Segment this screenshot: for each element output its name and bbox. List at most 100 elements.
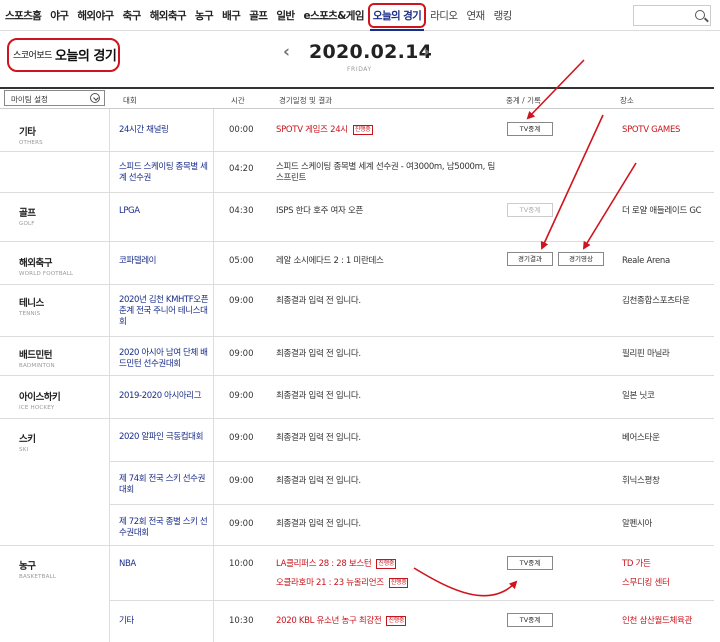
nav-baseball[interactable]: 야구 — [50, 8, 69, 23]
nav-world-football[interactable]: 해외축구 — [150, 8, 187, 23]
venue: Reale Arena — [622, 256, 670, 266]
divider — [0, 545, 714, 546]
col-time: 시간 — [231, 96, 245, 105]
sport-basketball: 농구 BASKETBALL — [19, 558, 56, 580]
game-time: 00:00 — [229, 125, 254, 135]
search-icon[interactable] — [695, 10, 705, 20]
event-link[interactable]: 2019-2020 아시아리그 — [119, 391, 211, 402]
game-time: 10:30 — [229, 616, 254, 626]
event-link[interactable]: 제 72회 전국 종별 스키 선수권대회 — [119, 517, 211, 539]
next-date-chevron-icon[interactable]: › — [423, 42, 430, 62]
venue: 일본 닛코 — [622, 391, 655, 401]
game-detail: 레알 소시에다드 2 : 1 미란데스 — [276, 256, 384, 266]
nav-golf[interactable]: 골프 — [249, 8, 268, 23]
venue: 알펜시아 — [622, 519, 653, 529]
my-team-setting-label: 마이팀 설정 — [11, 95, 48, 104]
divider — [0, 375, 714, 376]
event-link[interactable]: 기타 — [119, 616, 211, 627]
game-detail: 최종결과 입력 전 입니다. — [276, 519, 361, 529]
current-weekday: FRIDAY — [347, 66, 372, 73]
sport-en: WORLD FOOTBALL — [19, 271, 74, 277]
sport-name: 스키 — [19, 434, 36, 445]
nav-basketball[interactable]: 농구 — [195, 8, 214, 23]
game-result-button[interactable]: 경기결과 — [507, 252, 553, 266]
game-detail[interactable]: LA클리퍼스 28 : 28 보스턴 진행중 — [276, 559, 501, 570]
live-badge: 진행중 — [388, 578, 409, 588]
event-link[interactable]: 제 74회 전국 스키 선수권대회 — [119, 474, 211, 496]
venue: 김천종합스포츠타운 — [622, 296, 690, 306]
sport-badminton: 배드민턴 BADMINTON — [19, 347, 55, 369]
nav-world-baseball[interactable]: 해외야구 — [77, 8, 114, 23]
nav-today-wrap: 오늘의 경기 — [367, 3, 427, 31]
search-input[interactable] — [633, 5, 711, 26]
nav-esports[interactable]: e스포츠&게임 — [304, 8, 365, 23]
event-link[interactable]: 2020 아시아 남여 단체 배드민턴 선수권대회 — [119, 348, 211, 370]
col-competition: 대회 — [123, 96, 137, 105]
chevron-down-icon[interactable] — [90, 93, 100, 103]
sport-others: 기타 OTHERS — [19, 124, 43, 146]
divider — [0, 336, 714, 337]
divider — [109, 504, 714, 505]
nav-items: 스포츠홈 야구 해외야구 축구 해외축구 농구 배구 골프 일반 e스포츠&게임… — [5, 3, 521, 31]
game-detail[interactable]: 2020 KBL 유소년 농구 최강전 진행중 — [276, 616, 501, 627]
sport-tennis: 테니스 TENNIS — [19, 295, 44, 317]
game-detail: 최종결과 입력 전 입니다. — [276, 476, 361, 486]
prev-date-chevron-icon[interactable]: ‹ — [283, 42, 290, 62]
venue: 휘닉스평창 — [622, 476, 660, 486]
sport-golf: 골프 GOLF — [19, 205, 36, 227]
annotation-ring — [367, 3, 427, 28]
game-detail: 최종결과 입력 전 입니다. — [276, 296, 361, 306]
my-team-setting-select[interactable]: 마이팀 설정 — [4, 90, 105, 106]
tv-broadcast-button[interactable]: TV중계 — [507, 613, 553, 627]
game-detail: ISPS 한다 호주 여자 오픈 — [276, 206, 363, 216]
event-link[interactable]: 24시간 채널링 — [119, 125, 211, 136]
top-nav: 스포츠홈 야구 해외야구 축구 해외축구 농구 배구 골프 일반 e스포츠&게임… — [0, 0, 720, 31]
event-link[interactable]: LPGA — [119, 206, 211, 217]
game-detail-text: 오클라호마 21 : 23 뉴올리언즈 — [276, 578, 384, 588]
divider — [0, 241, 714, 242]
sport-name: 해외축구 — [19, 258, 52, 269]
nav-ranking[interactable]: 랭킹 — [494, 8, 513, 23]
nav-series[interactable]: 연재 — [466, 8, 485, 23]
game-detail[interactable]: SPOTV 게임즈 24시 진행중 — [276, 125, 501, 136]
divider — [0, 192, 714, 193]
game-time: 09:00 — [229, 433, 254, 443]
nav-football[interactable]: 축구 — [123, 8, 142, 23]
event-link[interactable]: NBA — [119, 559, 211, 570]
game-time: 04:30 — [229, 206, 254, 216]
venue: 더 로얄 애들레이드 GC — [622, 206, 702, 216]
sport-world-football: 해외축구 WORLD FOOTBALL — [19, 255, 73, 277]
sport-name: 테니스 — [19, 298, 44, 309]
game-detail: 최종결과 입력 전 입니다. — [276, 433, 361, 443]
nav-general[interactable]: 일반 — [276, 8, 295, 23]
game-detail: 최종결과 입력 전 입니다. — [276, 391, 361, 401]
game-time: 05:00 — [229, 256, 254, 266]
event-link[interactable]: 스피드 스케이팅 종목별 세계 선수권 — [119, 162, 211, 184]
game-time: 09:00 — [229, 476, 254, 486]
sport-name: 골프 — [19, 208, 36, 219]
tv-broadcast-button[interactable]: TV중계 — [507, 556, 553, 570]
nav-radio[interactable]: 라디오 — [430, 8, 458, 23]
event-link[interactable]: 코파델레이 — [119, 256, 211, 267]
tv-broadcast-button[interactable]: TV중계 — [507, 122, 553, 136]
divider — [109, 600, 714, 601]
nav-volleyball[interactable]: 배구 — [222, 8, 241, 23]
event-link[interactable]: 2020 알파인 극동컵대회 — [119, 432, 211, 443]
sport-en: GOLF — [19, 221, 35, 227]
sport-ice-hockey: 아이스하키 ICE HOCKEY — [19, 389, 61, 411]
event-link[interactable]: 2020년 김천 KMHTF오픈 춘계 전국 주니어 테니스대회 — [119, 295, 211, 328]
divider — [0, 418, 714, 419]
nav-sports-home[interactable]: 스포츠홈 — [5, 8, 42, 23]
game-detail: 최종결과 입력 전 입니다. — [276, 349, 361, 359]
live-badge: 진행중 — [376, 559, 397, 569]
game-detail[interactable]: 오클라호마 21 : 23 뉴올리언즈 진행중 — [276, 578, 501, 589]
page-title: 오늘의 경기 — [55, 49, 117, 64]
divider — [0, 151, 714, 152]
game-time: 04:20 — [229, 164, 254, 174]
game-video-button[interactable]: 경기영상 — [558, 252, 604, 266]
game-time: 10:00 — [229, 559, 254, 569]
venue: 스무디킹 센터 — [622, 578, 670, 588]
sport-en: TENNIS — [19, 311, 41, 317]
table-header: 대회 시간 경기일정 및 결과 중계 / 기록 장소 — [0, 87, 714, 109]
venue: 필리핀 마닐라 — [622, 349, 670, 359]
